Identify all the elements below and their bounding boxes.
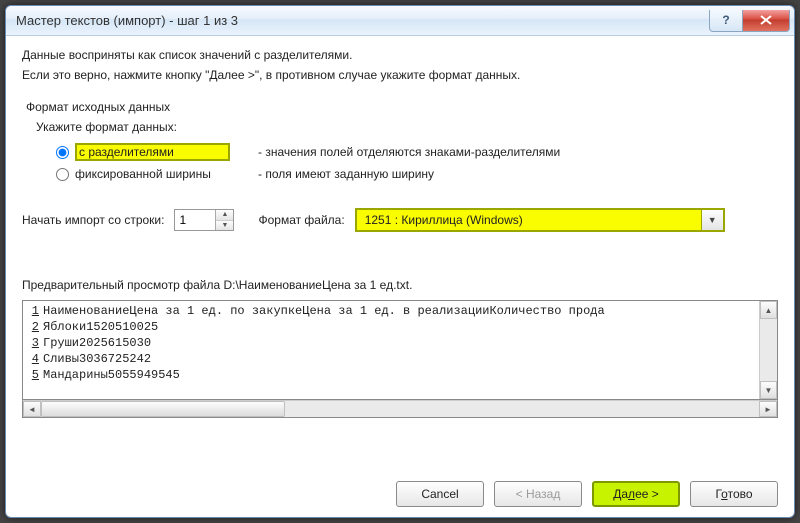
preview-line: 5Мандарины5055949545: [25, 367, 759, 383]
start-row-input[interactable]: [175, 210, 215, 230]
preview-line: 2Яблоки1520510025: [25, 319, 759, 335]
wizard-window: Мастер текстов (импорт) - шаг 1 из 3 ? Д…: [5, 5, 795, 518]
close-icon: [760, 15, 772, 25]
preview-line: 3Груши2025615030: [25, 335, 759, 351]
preview-text: 1НаименованиеЦена за 1 ед. по закупкеЦен…: [23, 301, 759, 399]
file-format-value: 1251 : Кириллица (Windows): [357, 213, 701, 227]
vertical-scrollbar[interactable]: ▲ ▼: [759, 301, 777, 399]
window-title: Мастер текстов (импорт) - шаг 1 из 3: [16, 13, 709, 28]
scroll-left-icon[interactable]: ◄: [23, 401, 41, 417]
radio-delimited-label: с разделителями: [75, 143, 230, 161]
radio-fixed-label: фиксированной ширины: [75, 167, 230, 181]
file-format-select[interactable]: 1251 : Кириллица (Windows) ▼: [355, 208, 725, 232]
finish-button[interactable]: Готово: [690, 481, 778, 507]
back-button: < Назад: [494, 481, 582, 507]
titlebar[interactable]: Мастер текстов (импорт) - шаг 1 из 3 ?: [6, 6, 794, 36]
hscroll-thumb[interactable]: [41, 401, 285, 417]
cancel-button[interactable]: Cancel: [396, 481, 484, 507]
scroll-up-icon[interactable]: ▲: [760, 301, 777, 319]
vscroll-track[interactable]: [760, 319, 777, 381]
intro-line-2: Если это верно, нажмите кнопку "Далее >"…: [22, 68, 778, 82]
file-format-label: Формат файла:: [258, 213, 344, 227]
radio-delimited-input[interactable]: [56, 146, 69, 159]
scroll-down-icon[interactable]: ▼: [760, 381, 777, 399]
start-row-spinner[interactable]: ▲ ▼: [174, 209, 234, 231]
spinner-down[interactable]: ▼: [216, 221, 233, 231]
radio-delimited[interactable]: с разделителями - значения полей отделяю…: [56, 143, 778, 161]
preview-box: 1НаименованиеЦена за 1 ед. по закупкеЦен…: [22, 300, 778, 400]
scroll-right-icon[interactable]: ►: [759, 401, 777, 417]
close-button[interactable]: [742, 10, 790, 32]
help-button[interactable]: ?: [709, 10, 743, 32]
content-area: Данные восприняты как список значений с …: [6, 36, 794, 517]
radio-delimited-desc: - значения полей отделяются знаками-разд…: [258, 145, 560, 159]
next-button[interactable]: Далее >: [592, 481, 680, 507]
radio-fixed[interactable]: фиксированной ширины - поля имеют заданн…: [56, 167, 778, 181]
intro-line-1: Данные восприняты как список значений с …: [22, 48, 778, 62]
spinner-up[interactable]: ▲: [216, 210, 233, 221]
format-group-title: Формат исходных данных: [26, 100, 778, 114]
preview-line: 4Сливы3036725242: [25, 351, 759, 367]
footer-buttons: Cancel < Назад Далее > Готово: [22, 467, 778, 507]
format-group-subtitle: Укажите формат данных:: [36, 120, 778, 134]
start-row-label: Начать импорт со строки:: [22, 213, 164, 227]
preview-line: 1НаименованиеЦена за 1 ед. по закупкеЦен…: [25, 303, 759, 319]
horizontal-scrollbar[interactable]: ◄ ►: [22, 400, 778, 418]
radio-fixed-desc: - поля имеют заданную ширину: [258, 167, 434, 181]
spinner-buttons: ▲ ▼: [215, 210, 233, 230]
import-row: Начать импорт со строки: ▲ ▼ Формат файл…: [22, 208, 778, 232]
window-controls: ?: [709, 10, 790, 32]
preview-label: Предварительный просмотр файла D:\Наимен…: [22, 278, 778, 292]
radio-fixed-input[interactable]: [56, 168, 69, 181]
hscroll-track[interactable]: [41, 401, 759, 417]
chevron-down-icon[interactable]: ▼: [701, 210, 723, 230]
